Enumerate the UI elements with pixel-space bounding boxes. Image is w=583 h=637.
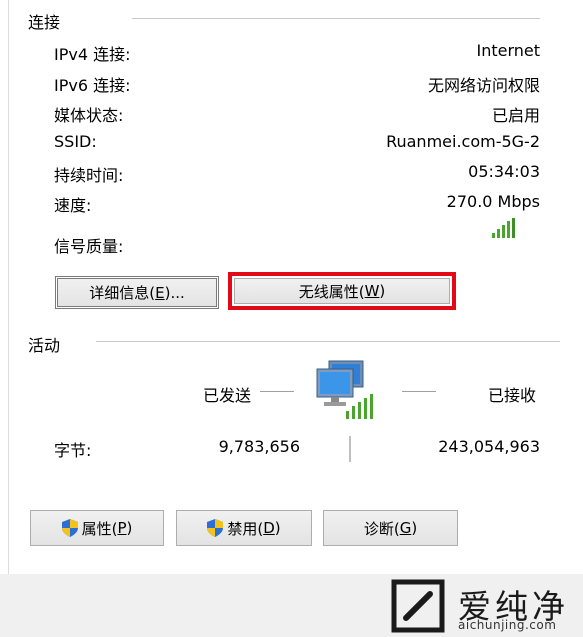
diagnose-button-label: 诊断(: [363, 519, 400, 538]
wireless-properties-label: 无线属性(: [298, 282, 365, 301]
disable-button-suffix: ): [274, 519, 281, 537]
uac-shield-icon: [207, 519, 224, 537]
speed-label: 速度:: [54, 196, 92, 215]
wireless-properties-button[interactable]: 无线属性(W): [234, 278, 450, 304]
ssid-value: Ruanmei.com-5G-2: [386, 132, 540, 151]
activity-section-title: 活动: [28, 336, 61, 355]
bytes-separator: [349, 436, 351, 462]
details-button[interactable]: 详细信息(E)...: [55, 276, 219, 309]
details-button-suffix: )...: [164, 283, 185, 302]
ipv4-value: Internet: [476, 41, 540, 60]
properties-button-accesskey: P: [117, 519, 127, 537]
disable-button[interactable]: 禁用(D): [176, 510, 312, 546]
wireless-properties-accesskey: W: [364, 282, 380, 300]
duration-value: 05:34:03: [468, 162, 540, 181]
received-connector: [402, 391, 436, 392]
details-button-accesskey: E: [155, 283, 165, 302]
details-button-label: 详细信息(: [89, 284, 156, 302]
disable-button-label: 禁用(: [227, 519, 264, 538]
sent-label: 已发送: [203, 386, 252, 405]
media-state-label: 媒体状态:: [54, 106, 124, 125]
uac-shield-icon: [61, 519, 78, 537]
media-state-value: 已启用: [491, 106, 540, 125]
signal-quality-label: 信号质量:: [54, 237, 124, 256]
speed-value: 270.0 Mbps: [446, 192, 540, 211]
properties-button-label: 属性(: [81, 519, 118, 538]
disable-button-accesskey: D: [263, 519, 275, 537]
signal-strength-icon: [492, 218, 518, 238]
properties-button-suffix: ): [126, 519, 133, 537]
connection-divider: [132, 18, 540, 19]
wireless-properties-suffix: ): [379, 282, 386, 300]
network-computers-icon: [316, 360, 373, 419]
ssid-label: SSID:: [54, 132, 97, 151]
bytes-label: 字节:: [54, 441, 92, 460]
diagnose-button[interactable]: 诊断(G): [323, 510, 458, 546]
received-label: 已接收: [488, 386, 537, 405]
ipv6-label: IPv6 连接:: [54, 76, 131, 95]
ipv6-value: 无网络访问权限: [427, 76, 540, 95]
activity-divider: [96, 341, 560, 342]
properties-button[interactable]: 属性(P): [30, 510, 164, 546]
bytes-sent-value: 9,783,656: [218, 437, 300, 456]
diagnose-button-accesskey: G: [399, 519, 412, 537]
sent-connector: [260, 391, 294, 392]
connection-section-title: 连接: [28, 13, 61, 32]
diagnose-button-suffix: ): [411, 519, 418, 537]
aichunjing-logo-icon: [391, 579, 445, 633]
duration-label: 持续时间:: [54, 166, 124, 185]
ipv4-label: IPv4 连接:: [54, 45, 131, 64]
bytes-received-value: 243,054,963: [438, 437, 540, 456]
watermark-url: aichunjing.com: [458, 618, 557, 632]
